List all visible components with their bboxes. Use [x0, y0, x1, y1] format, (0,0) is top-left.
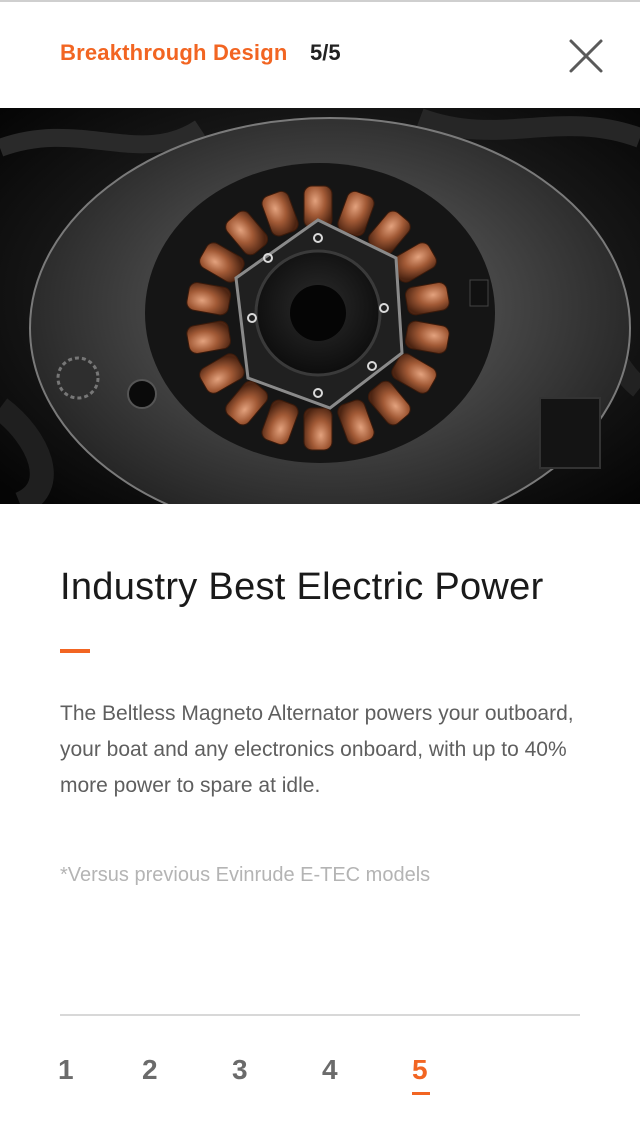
- pager-divider: [60, 1014, 580, 1016]
- pager-item-5-active[interactable]: 5: [412, 1054, 428, 1086]
- pager-item-4[interactable]: 4: [322, 1054, 338, 1086]
- pager-active-indicator: [412, 1092, 430, 1095]
- header: Breakthrough Design 5/5: [0, 2, 640, 108]
- pager-item-1[interactable]: 1: [58, 1054, 74, 1086]
- pager-item-3[interactable]: 3: [232, 1054, 248, 1086]
- pager: 1 2 3 4 5: [0, 1048, 640, 1108]
- pager-item-2[interactable]: 2: [142, 1054, 158, 1086]
- body-copy: The Beltless Magneto Alternator powers y…: [60, 702, 574, 797]
- close-icon: [569, 39, 603, 73]
- headline: Industry Best Electric Power: [60, 566, 544, 608]
- accent-divider: [60, 649, 90, 653]
- slide-counter: 5/5: [310, 40, 341, 65]
- close-button[interactable]: [562, 32, 610, 80]
- footnote: *Versus previous Evinrude E-TEC models: [60, 864, 431, 886]
- hero-image-alternator: [0, 108, 640, 504]
- section-title: Breakthrough Design: [60, 40, 288, 65]
